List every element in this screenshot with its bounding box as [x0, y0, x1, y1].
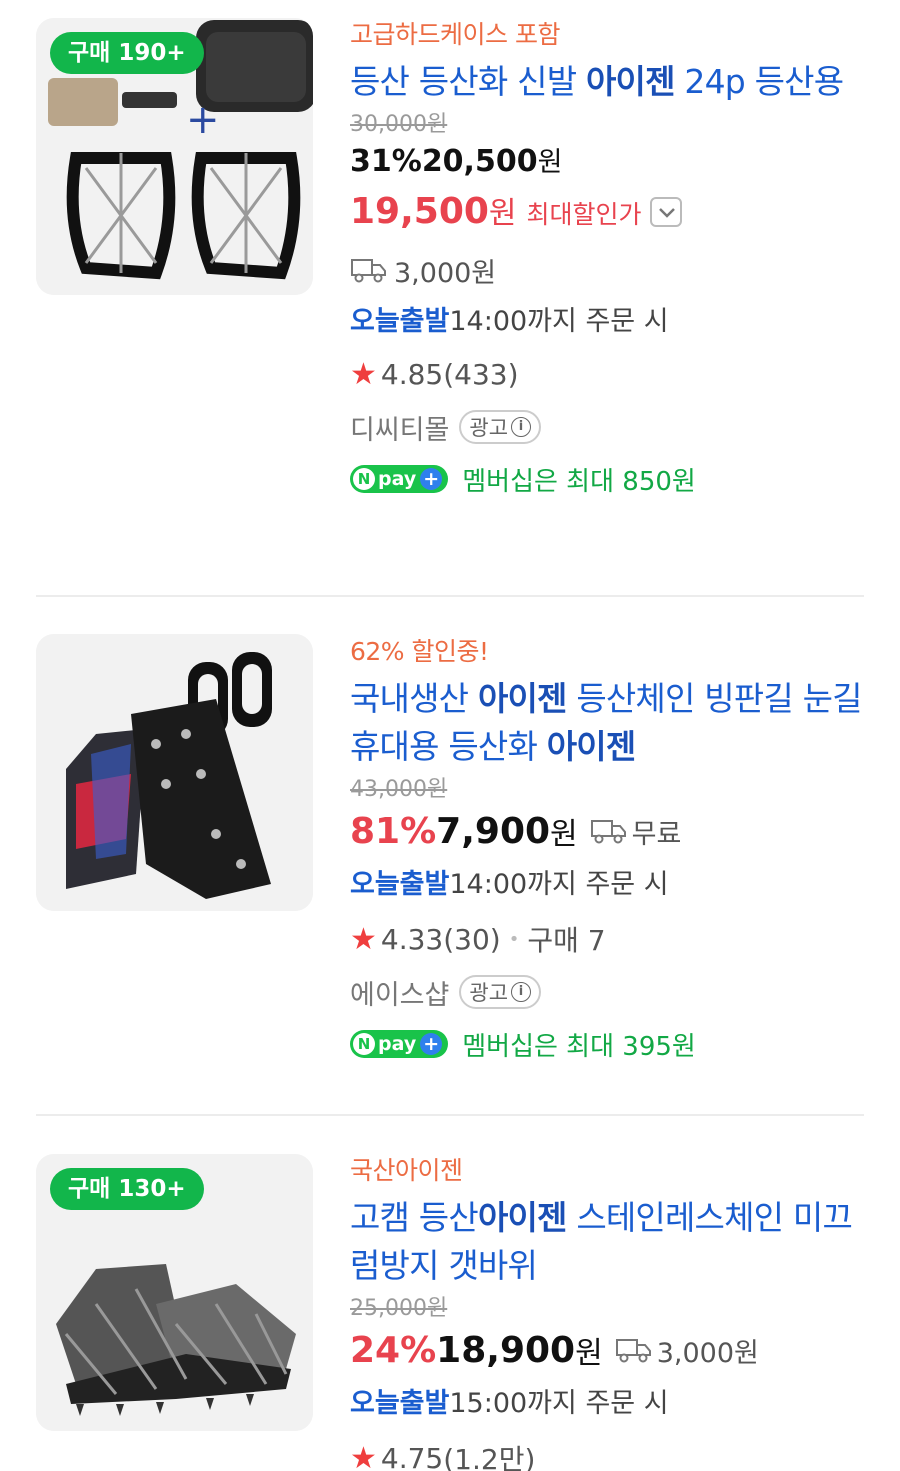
shipping-fee: 무료 — [590, 812, 681, 851]
star-icon: ★ — [350, 921, 377, 957]
svg-text:+: + — [186, 97, 220, 143]
discount-rate: 24% — [350, 1329, 437, 1371]
truck-icon — [351, 259, 386, 283]
sale-price: 20,500 — [421, 144, 538, 179]
discount-rate: 31% — [350, 144, 422, 179]
today-shipping: 오늘출발15:00까지 주문 시 — [350, 1388, 669, 1419]
original-price: 25,000원 — [350, 1296, 448, 1321]
product-title[interactable]: 고캠 등산아이젠 스테인레스체인 미끄럼방지 갯바위 — [350, 1194, 865, 1290]
price-row: 24% 18,900 원 3,000원 — [350, 1324, 865, 1376]
npay-plus-logo: Npay + — [350, 1030, 449, 1058]
promo-text: 국산아이젠 — [350, 1156, 463, 1185]
max-discount-label: 최대할인가 — [526, 200, 642, 229]
shoe-chain-image — [36, 634, 313, 911]
shipping-fee: 3,000원 — [615, 1331, 759, 1370]
promo-text: 고급하드케이스 포함 — [350, 20, 560, 49]
product-title[interactable]: 국내생산 아이젠 등산체인 빙판길 눈길 휴대용 등산화 아이젠 — [350, 675, 865, 771]
max-discount-row[interactable]: 19,500 원 최대할인가 — [350, 188, 865, 244]
sale-price: 18,900 — [436, 1329, 576, 1371]
product-info: 국산아이젠 고캠 등산아이젠 스테인레스체인 미끄럼방지 갯바위 25,000원… — [350, 1154, 865, 1471]
currency-unit: 원 — [488, 196, 517, 231]
rating-row: ★ 4.85 (433) — [350, 356, 519, 392]
purchase-count-badge: 구매 130+ — [50, 1168, 204, 1210]
purchase-count: 구매 7 — [527, 924, 606, 957]
npay-plus-logo: Npay + — [350, 465, 449, 493]
ad-label[interactable]: 광고 i — [459, 410, 542, 444]
info-icon: i — [511, 982, 532, 1002]
product-card[interactable]: 구매 130+ 국산아이젠 고캠 등산아이젠 스테인레스체인 미끄럼방지 갯바위… — [0, 1116, 900, 1471]
today-shipping: 오늘출발14:00까지 주문 시 — [350, 306, 669, 337]
product-image[interactable] — [36, 634, 313, 911]
truck-icon — [615, 1339, 651, 1363]
product-info: 고급하드케이스 포함 등산 등산화 신발 아이젠 24p 등산용 30,000원… — [350, 18, 865, 504]
npay-benefit: Npay + 멤버십은 최대 850원 — [350, 454, 865, 504]
seller-row: 디씨티몰 광고 i — [350, 400, 865, 454]
seller-name[interactable]: 디씨티몰 — [350, 408, 449, 447]
price-row: 81% 7,900 원 무료 — [350, 805, 865, 857]
npay-benefit: Npay + 멤버십은 최대 395원 — [350, 1019, 865, 1069]
today-shipping: 오늘출발14:00까지 주문 시 — [350, 869, 669, 900]
rating-row: ★ 4.33 (30) • 구매 7 — [350, 913, 865, 965]
shipping-fee: 3,000원 — [350, 244, 865, 296]
sale-price: 7,900 — [436, 810, 551, 852]
original-price: 43,000원 — [350, 777, 448, 802]
product-card[interactable]: + 구매 190+ 고급하드케이스 포함 등산 등산화 신발 아이젠 24p 등… — [0, 0, 900, 596]
product-image[interactable]: + 구매 190+ — [36, 18, 313, 295]
purchase-count-badge: 구매 190+ — [50, 32, 204, 74]
discount-rate: 81% — [350, 810, 437, 852]
rating-row: ★ 4.75 (1.2만) — [350, 1432, 865, 1471]
seller-row: 에이스샵 광고 i — [350, 965, 865, 1019]
price-row: 31% 20,500 원 — [350, 140, 865, 188]
chevron-down-icon[interactable] — [649, 197, 682, 227]
product-card[interactable]: 62% 할인중! 국내생산 아이젠 등산체인 빙판길 눈길 휴대용 등산화 아이… — [0, 597, 900, 1115]
promo-text: 62% 할인중! — [350, 637, 489, 666]
ad-label[interactable]: 광고 i — [459, 975, 542, 1009]
currency-unit: 원 — [575, 1336, 603, 1371]
separator-dot: • — [508, 928, 520, 950]
currency-unit: 원 — [537, 147, 563, 178]
star-icon: ★ — [350, 1440, 377, 1471]
product-info: 62% 할인중! 국내생산 아이젠 등산체인 빙판길 눈길 휴대용 등산화 아이… — [350, 635, 865, 1069]
original-price: 30,000원 — [350, 112, 448, 137]
currency-unit: 원 — [550, 817, 578, 852]
max-discount-price: 19,500 — [350, 191, 489, 232]
product-image[interactable]: 구매 130+ — [36, 1154, 313, 1431]
product-title[interactable]: 등산 등산화 신발 아이젠 24p 등산용 — [350, 58, 865, 106]
seller-name[interactable]: 에이스샵 — [350, 973, 449, 1012]
star-icon: ★ — [350, 356, 377, 392]
truck-icon — [590, 820, 626, 844]
info-icon: i — [511, 417, 532, 437]
